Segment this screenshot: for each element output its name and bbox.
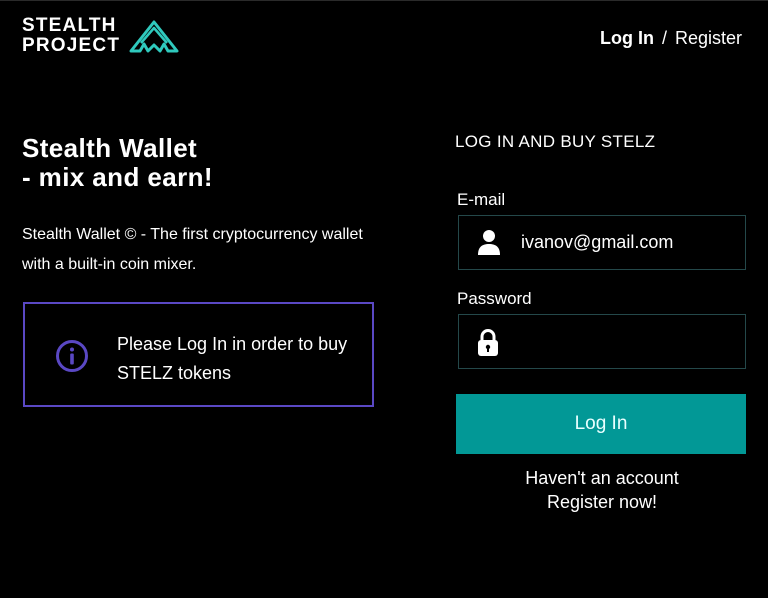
login-required-notice: Please Log In in order to buy STELZ toke… [23,302,374,407]
register-now-link[interactable]: Register now! [456,490,748,514]
stealth-mountain-icon [129,20,179,53]
password-input[interactable] [521,315,736,368]
logo-line-1: STEALTH [22,15,117,36]
header-register-link[interactable]: Register [675,28,742,49]
header-login-link[interactable]: Log In [600,28,654,49]
password-field-container [458,314,746,369]
form-heading: LOG IN AND BUY STELZ [455,132,656,151]
signup-question: Haven't an account [525,468,679,488]
user-icon [478,230,500,255]
top-divider [0,0,768,1]
lock-icon [478,329,498,356]
logo-line-2: PROJECT [22,35,121,56]
auth-nav: Log In / Register [600,28,742,49]
logo[interactable]: STEALTH PROJECT [22,16,180,56]
email-input[interactable] [521,216,736,269]
password-label: Password [457,289,532,308]
hero-title: Stealth Wallet - mix and earn! [22,134,213,192]
nav-separator: / [661,28,667,48]
logo-text: STEALTH PROJECT [22,16,120,56]
hero-title-line-1: Stealth Wallet [22,133,198,163]
notice-text: Please Log In in order to buy STELZ toke… [117,334,348,383]
email-field-container [458,215,746,270]
hero-description: Stealth Wallet © - The first cryptocurre… [22,226,363,273]
info-icon [56,340,88,372]
email-label: E-mail [457,190,506,209]
hero-title-line-2: - mix and earn! [22,162,213,192]
signup-prompt: Haven't an account Register now! [456,466,748,514]
login-button[interactable]: Log In [456,394,746,454]
